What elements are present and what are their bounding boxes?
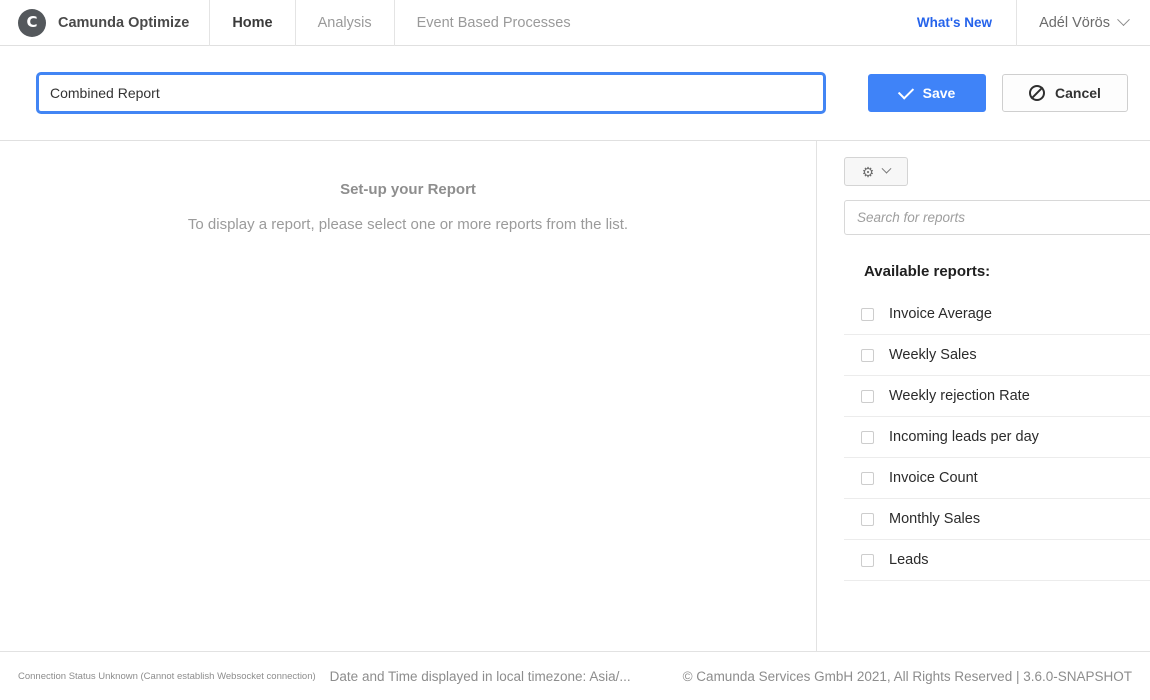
report-label: Leads	[889, 552, 929, 568]
list-item[interactable]: Invoice Count	[844, 458, 1150, 499]
logo-glyph: C	[26, 15, 37, 30]
gear-icon: ⚙	[862, 165, 875, 179]
setup-subtitle: To display a report, please select one o…	[188, 216, 628, 233]
report-preview-pane: Set-up your Report To display a report, …	[0, 141, 817, 651]
report-name-field-wrap	[38, 74, 824, 112]
list-item[interactable]: Weekly rejection Rate	[844, 376, 1150, 417]
app-root: C Camunda Optimize Home Analysis Event B…	[0, 0, 1150, 700]
chevron-down-icon	[882, 164, 892, 174]
timezone-note: Date and Time displayed in local timezon…	[330, 669, 631, 684]
save-button-label: Save	[923, 85, 956, 101]
list-item[interactable]: Invoice Average	[844, 294, 1150, 335]
check-icon	[898, 83, 914, 99]
report-toolbar: Save Cancel	[0, 46, 1150, 141]
app-footer: Connection Status Unknown (Cannot establ…	[0, 652, 1150, 700]
report-checkbox[interactable]	[861, 554, 874, 567]
user-name-label: Adél Vörös	[1039, 15, 1110, 31]
available-reports-title: Available reports:	[844, 263, 1150, 280]
available-reports-list: Invoice Average Weekly Sales Weekly reje…	[844, 294, 1150, 581]
cancel-button[interactable]: Cancel	[1002, 74, 1128, 112]
brand-name: Camunda Optimize	[58, 15, 189, 31]
ban-icon	[1029, 85, 1045, 101]
settings-dropdown-button[interactable]: ⚙	[844, 157, 908, 186]
search-reports-input[interactable]	[844, 200, 1150, 235]
list-item[interactable]: Leads	[844, 540, 1150, 581]
nav-item-home[interactable]: Home	[209, 0, 294, 46]
report-label: Invoice Count	[889, 470, 978, 486]
app-header: C Camunda Optimize Home Analysis Event B…	[0, 0, 1150, 46]
list-item[interactable]: Monthly Sales	[844, 499, 1150, 540]
report-checkbox[interactable]	[861, 472, 874, 485]
report-label: Monthly Sales	[889, 511, 980, 527]
report-checkbox[interactable]	[861, 349, 874, 362]
report-selection-pane: ⚙ Available reports: Invoice Average Wee…	[817, 141, 1150, 651]
body-area: Set-up your Report To display a report, …	[0, 141, 1150, 652]
header-right: What's New Adél Vörös	[893, 0, 1132, 46]
report-name-input[interactable]	[38, 74, 824, 112]
report-label: Invoice Average	[889, 306, 992, 322]
user-menu[interactable]: Adél Vörös	[1016, 0, 1132, 46]
whats-new-link[interactable]: What's New	[893, 0, 1016, 46]
save-button[interactable]: Save	[868, 74, 986, 112]
copyright-text: © Camunda Services GmbH 2021, All Rights…	[683, 669, 1136, 684]
toolbar-actions: Save Cancel	[868, 74, 1128, 112]
report-checkbox[interactable]	[861, 308, 874, 321]
camunda-logo-icon: C	[18, 9, 46, 37]
cancel-button-label: Cancel	[1055, 85, 1101, 101]
brand[interactable]: C Camunda Optimize	[18, 9, 209, 37]
chevron-down-icon	[1117, 13, 1130, 26]
list-item[interactable]: Weekly Sales	[844, 335, 1150, 376]
report-checkbox[interactable]	[861, 431, 874, 444]
connection-status-text: Connection Status Unknown (Cannot establ…	[18, 671, 316, 682]
report-label: Weekly Sales	[889, 347, 977, 363]
nav-item-event-based-processes[interactable]: Event Based Processes	[394, 0, 593, 46]
nav-item-analysis[interactable]: Analysis	[295, 0, 394, 46]
report-label: Weekly rejection Rate	[889, 388, 1030, 404]
list-item[interactable]: Incoming leads per day	[844, 417, 1150, 458]
report-checkbox[interactable]	[861, 390, 874, 403]
setup-title: Set-up your Report	[340, 181, 476, 198]
report-checkbox[interactable]	[861, 513, 874, 526]
report-label: Incoming leads per day	[889, 429, 1039, 445]
main-nav: Home Analysis Event Based Processes	[209, 0, 592, 46]
